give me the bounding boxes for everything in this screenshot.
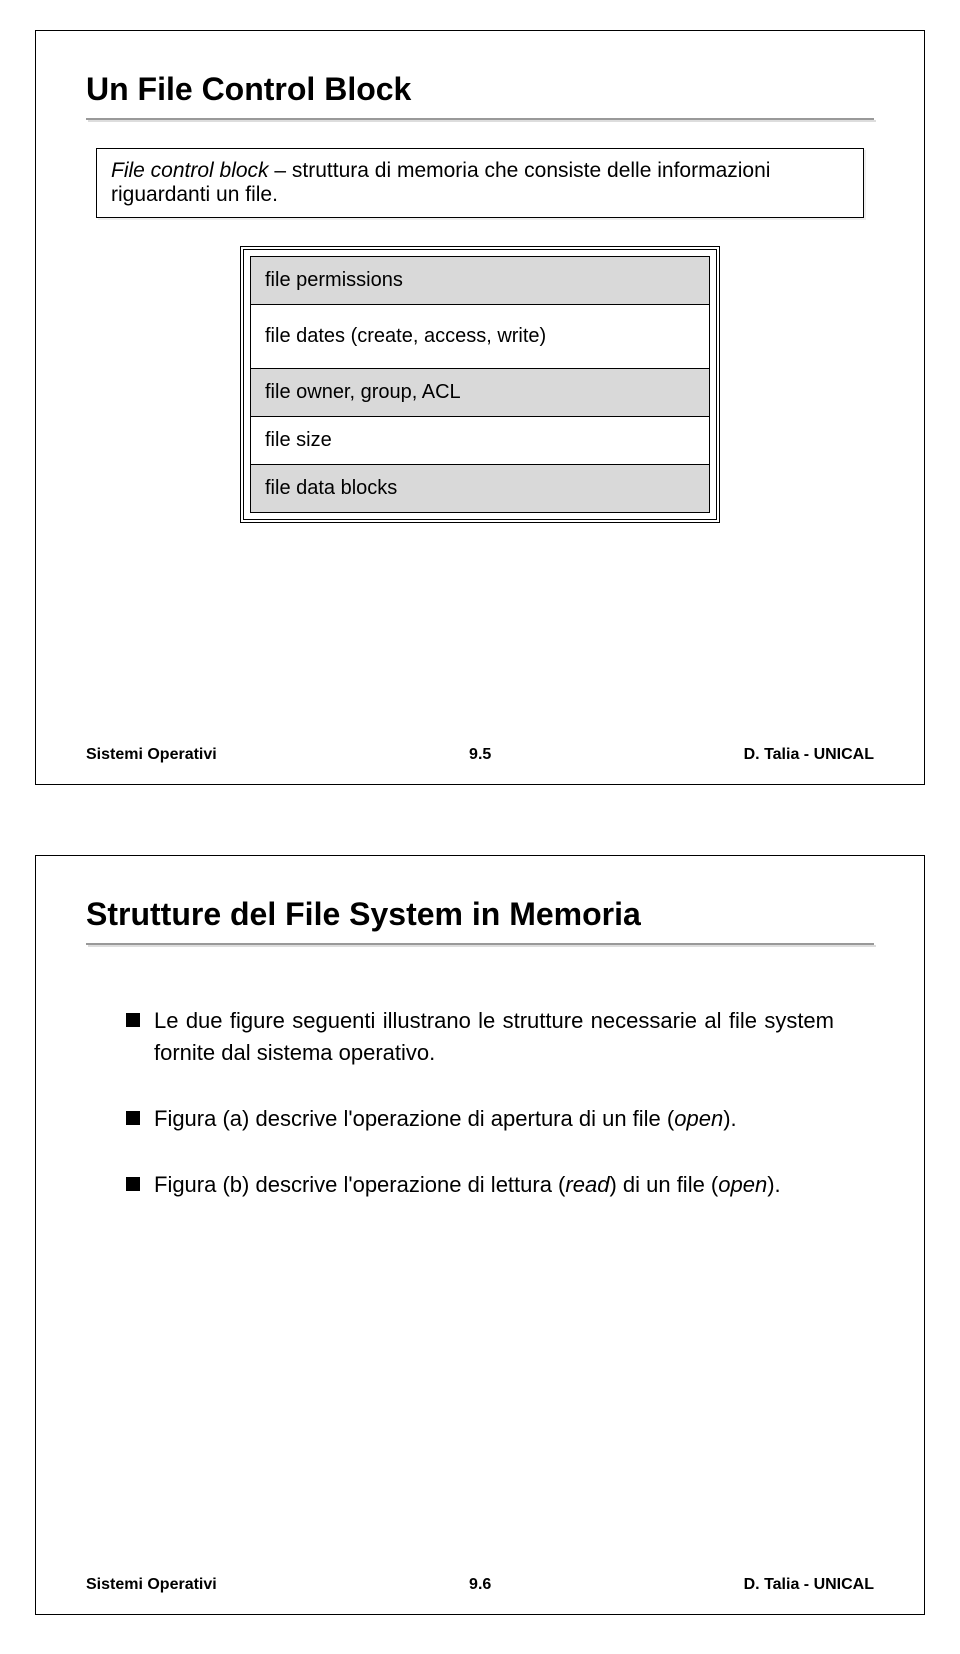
bullet-2-prefix: Figura (a) descrive l'operazione di aper…	[154, 1106, 674, 1131]
definition-term: File control block	[111, 159, 269, 182]
footer-left: Sistemi Operativi	[86, 1576, 217, 1594]
bullet-3-suffix: ).	[767, 1172, 780, 1197]
bullet-3-mid: ) di un file (	[609, 1172, 718, 1197]
bullet-1: Le due figure seguenti illustrano le str…	[126, 1005, 834, 1069]
bullet-2-italic: open	[674, 1106, 723, 1131]
fcb-row-size: file size	[251, 417, 710, 465]
bullet-2-suffix: ).	[723, 1106, 736, 1131]
footer-right: D. Talia - UNICAL	[744, 746, 874, 764]
slide-footer: Sistemi Operativi D. Talia - UNICAL 9.5	[86, 746, 874, 764]
fcb-row-permissions: file permissions	[251, 257, 710, 305]
slide-title: Un File Control Block	[86, 71, 874, 108]
fcb-row-owner: file owner, group, ACL	[251, 369, 710, 417]
fcb-row-blocks: file data blocks	[251, 465, 710, 513]
bullet-2: Figura (a) descrive l'operazione di aper…	[126, 1103, 834, 1135]
fcb-table: file permissions file dates (create, acc…	[250, 256, 710, 513]
slide-2: Strutture del File System in Memoria Le …	[35, 855, 925, 1615]
slide-title: Strutture del File System in Memoria	[86, 896, 874, 933]
fcb-diagram: file permissions file dates (create, acc…	[240, 246, 720, 523]
bullet-3: Figura (b) descrive l'operazione di lett…	[126, 1169, 834, 1201]
title-underline	[86, 118, 874, 120]
bullet-3-italic: read	[565, 1172, 609, 1197]
title-underline	[86, 943, 874, 945]
slide-1: Un File Control Block File control block…	[35, 30, 925, 785]
fcb-row-dates: file dates (create, access, write)	[251, 305, 710, 369]
bullet-3-prefix: Figura (b) descrive l'operazione di lett…	[154, 1172, 565, 1197]
slide-footer: Sistemi Operativi D. Talia - UNICAL 9.6	[86, 1576, 874, 1594]
bullet-list: Le due figure seguenti illustrano le str…	[126, 1005, 834, 1201]
footer-left: Sistemi Operativi	[86, 746, 217, 764]
bullet-3-italic2: open	[718, 1172, 767, 1197]
footer-right: D. Talia - UNICAL	[744, 1576, 874, 1594]
definition-box: File control block – struttura di memori…	[96, 148, 864, 218]
bullet-1-text: Le due figure seguenti illustrano le str…	[154, 1008, 834, 1065]
